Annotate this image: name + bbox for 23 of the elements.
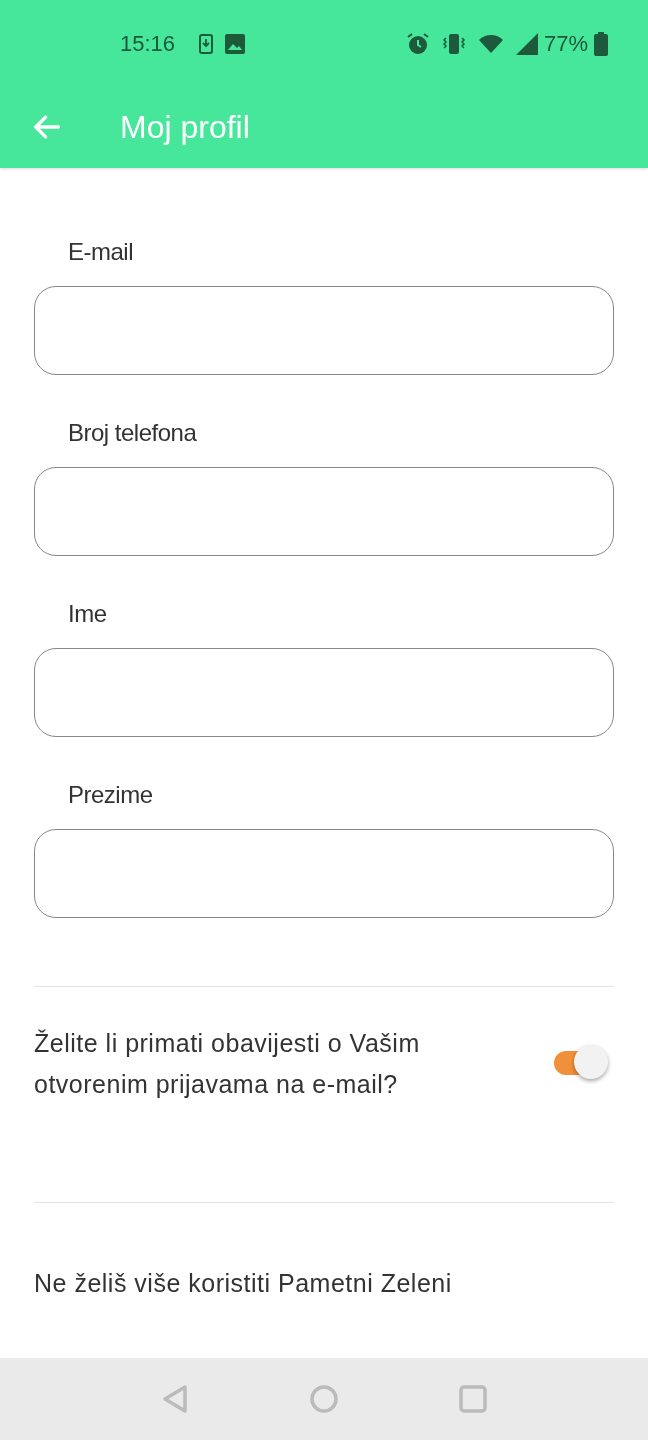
field-label: Prezime: [68, 781, 154, 809]
recents-icon[interactable]: [459, 1385, 488, 1413]
deactivate-text: Ne želiš više koristiti Pametni Zeleni: [34, 1268, 453, 1299]
field-label: E-mail: [68, 238, 134, 266]
input-field[interactable]: [34, 286, 614, 375]
input-field[interactable]: [34, 829, 614, 918]
field-label: Ime: [68, 600, 108, 628]
battery-icon: [594, 32, 608, 56]
input-field[interactable]: [34, 648, 614, 737]
signal-icon: [515, 33, 538, 55]
input-field[interactable]: [34, 467, 614, 556]
status-time: 15:16: [120, 31, 176, 57]
wifi-icon: [477, 33, 504, 55]
home-icon[interactable]: [310, 1385, 338, 1413]
alarm-icon: [405, 32, 430, 56]
back-icon[interactable]: [160, 1384, 189, 1414]
vibrate-icon: [441, 33, 466, 55]
field-label: Broj telefona: [68, 419, 198, 447]
image-icon: [225, 34, 246, 54]
download-icon: [199, 34, 214, 54]
notification-question: Želite li primati obavijesti o Vašim otvorenim prijavama na e-mail?: [34, 1028, 421, 1100]
battery-percent: 77%: [543, 31, 588, 57]
screen-title: Moj profil: [120, 108, 250, 146]
